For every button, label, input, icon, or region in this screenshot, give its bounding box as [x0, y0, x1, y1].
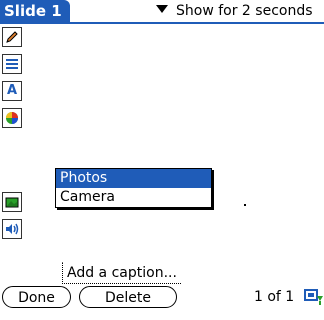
show-duration-label: Show for 2 seconds [176, 3, 313, 19]
next-slide-icon[interactable] [304, 288, 324, 306]
line-width-tool-button[interactable] [2, 54, 22, 74]
sound-tool-button[interactable] [2, 219, 22, 239]
pencil-icon [6, 31, 18, 43]
text-tool-icon: A [6, 83, 18, 98]
lines-icon [6, 59, 18, 69]
photo-source-menu: Photos Camera [55, 168, 212, 208]
text-tool-button[interactable]: A [2, 81, 22, 101]
photo-tool-button[interactable] [2, 192, 22, 212]
page-indicator: 1 of 1 [254, 289, 295, 305]
triangle-down-icon [156, 5, 168, 13]
slide-editor-screen: Slide 1 Show for 2 seconds A Photos Came… [0, 0, 324, 320]
speaker-icon [6, 223, 19, 235]
photo-icon [5, 197, 19, 208]
canvas-dot [244, 204, 246, 206]
show-duration-dropdown[interactable]: Show for 2 seconds [156, 1, 313, 21]
menu-item-camera[interactable]: Camera [56, 188, 211, 207]
pencil-tool-button[interactable] [2, 27, 22, 47]
color-palette-icon [6, 112, 18, 124]
color-tool-button[interactable] [2, 108, 22, 128]
page-title: Slide 1 [0, 0, 70, 22]
delete-button[interactable]: Delete [79, 286, 177, 308]
caption-field[interactable]: Add a caption... [62, 262, 181, 284]
done-button[interactable]: Done [2, 286, 71, 308]
title-underline [0, 22, 324, 24]
menu-item-photos[interactable]: Photos [56, 169, 211, 188]
